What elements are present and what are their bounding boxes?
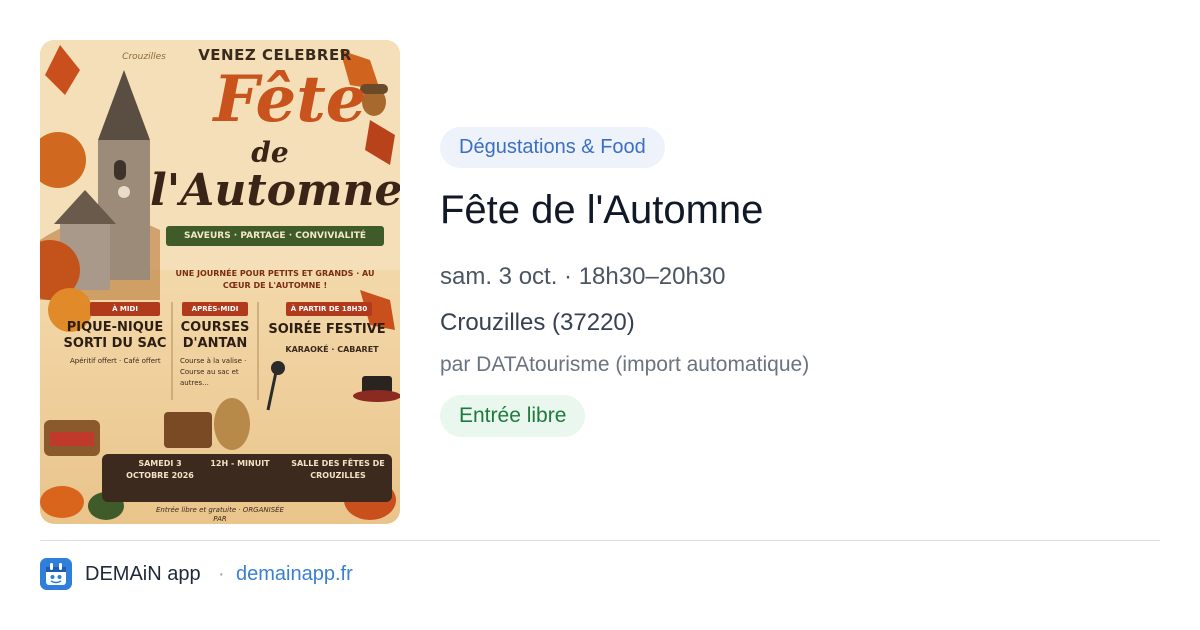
footer-url-link[interactable]: demainapp.fr (236, 560, 353, 588)
app-logo-icon (40, 558, 72, 590)
poster-col-header: À PARTIR DE 18H30 (286, 302, 372, 316)
poster-journee: UNE JOURNÉE POUR PETITS ET GRANDS · AU C… (175, 269, 375, 290)
poster-footer: Entrée libre et gratuite · ORGANISÉE PAR (156, 506, 284, 523)
poster-bar-date: SAMEDI 3 OCTOBRE 2026 (126, 459, 194, 480)
poster-automne: l'Automne (150, 165, 400, 216)
poster-col-title: SOIRÉE FESTIVE (268, 322, 386, 337)
price-badge: Entrée libre (440, 395, 586, 437)
poster-col-title: PIQUE-NIQUE SORTI DU SAC (63, 320, 167, 351)
poster-banner: SAVEURS · PARTAGE · CONVIVIALITÉ (166, 226, 384, 246)
event-location: Crouzilles (37220) (440, 309, 635, 336)
demain-app-logo-icon (40, 558, 72, 590)
poster-col-header: APRÈS-MIDI (182, 302, 248, 316)
divider (40, 540, 1160, 541)
event-title[interactable]: Fête de l'Automne (440, 185, 763, 235)
poster-col-sub: Apéritif offert · Café offert (70, 357, 161, 365)
poster-fete: Fête (213, 62, 367, 137)
event-poster-image[interactable]: Crouzilles VENEZ CELEBRER Fête de l'Auto… (40, 40, 400, 524)
category-tag[interactable]: Dégustations & Food (440, 127, 665, 168)
poster-col-title: COURSES D'ANTAN (180, 320, 250, 351)
event-organizer: par DATAtourisme (import automatique) (440, 353, 810, 376)
footer-separator: · (218, 563, 225, 585)
poster-bar-venue: SALLE DES FÊTES DE CROUZILLES (291, 459, 385, 480)
event-datetime: sam. 3 oct. · 18h30–20h30 (440, 263, 726, 290)
poster-col-sub: Course à la valise · Course au sac et au… (180, 357, 247, 387)
poster-bar-hours: 12H - MINUIT (210, 459, 270, 468)
footer-app-name: DEMAiN app (85, 563, 201, 585)
poster-col-sub: KARAOKÉ · CABARET (285, 345, 379, 354)
poster-brand: Crouzilles (122, 52, 166, 62)
poster-col-header: À MIDI (90, 302, 160, 316)
